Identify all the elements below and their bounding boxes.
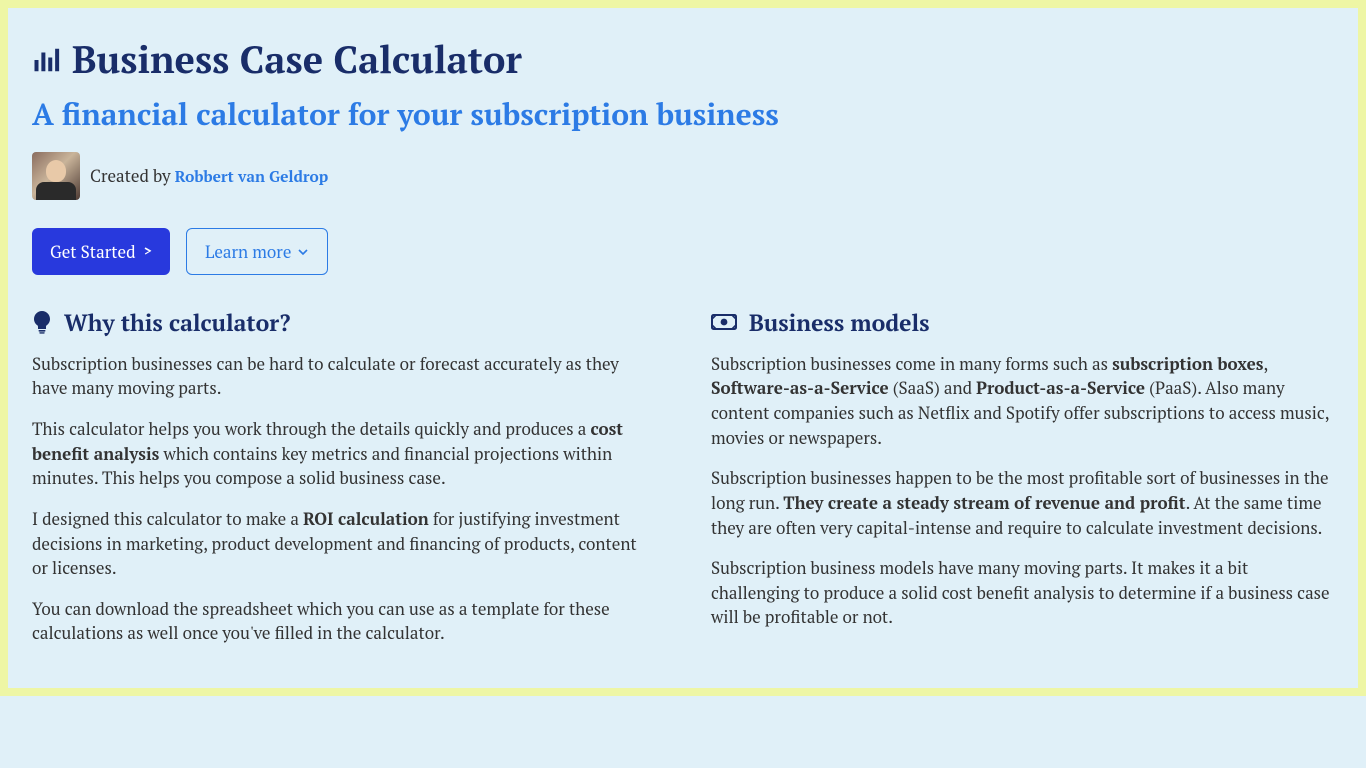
get-started-label: Get Started (50, 240, 136, 263)
lightbulb-icon (32, 310, 52, 334)
content-columns: Why this calculator? Subscription busine… (32, 307, 1334, 662)
byline-prefix: Created by (90, 164, 175, 187)
why-heading: Why this calculator? (32, 307, 655, 338)
why-p2: This calculator helps you work through t… (32, 417, 655, 491)
text-span: (SaaS) and (889, 376, 977, 399)
title-row: Business Case Calculator (32, 38, 1334, 82)
page-title: Business Case Calculator (72, 38, 522, 82)
why-section: Why this calculator? Subscription busine… (32, 307, 655, 662)
bold-span: subscription boxes (1112, 352, 1263, 375)
bold-span: They create a steady stream of revenue a… (783, 491, 1185, 514)
learn-more-button[interactable]: Learn more (186, 228, 328, 275)
byline: Created by Robbert van Geldrop (32, 152, 1334, 200)
bold-span: Software-as-a-Service (711, 376, 889, 399)
models-heading-text: Business models (749, 307, 930, 338)
why-p3: I designed this calculator to make a ROI… (32, 507, 655, 581)
money-bill-icon (711, 312, 737, 332)
main-card: Business Case Calculator A financial cal… (8, 8, 1358, 688)
bold-span: Product-as-a-Service (976, 376, 1145, 399)
models-section: Business models Subscription businesses … (711, 307, 1334, 662)
models-p3: Subscription business models have many m… (711, 556, 1334, 630)
chevron-right-icon: > (144, 241, 152, 261)
why-p4: You can download the spreadsheet which y… (32, 597, 655, 646)
page-subtitle: A financial calculator for your subscrip… (32, 96, 1334, 132)
why-heading-text: Why this calculator? (64, 307, 290, 338)
text-span: Subscription businesses come in many for… (711, 352, 1112, 375)
get-started-button[interactable]: Get Started > (32, 228, 170, 275)
chevron-down-icon (297, 240, 309, 263)
text-span: This calculator helps you work through t… (32, 417, 591, 440)
bar-chart-icon (32, 45, 62, 75)
models-p1: Subscription businesses come in many for… (711, 352, 1334, 451)
action-row: Get Started > Learn more (32, 228, 1334, 275)
bold-span: ROI calculation (303, 507, 429, 530)
avatar (32, 152, 80, 200)
models-heading: Business models (711, 307, 1334, 338)
author-link[interactable]: Robbert van Geldrop (175, 167, 328, 187)
learn-more-label: Learn more (205, 240, 291, 263)
why-p1: Subscription businesses can be hard to c… (32, 352, 655, 401)
byline-text: Created by Robbert van Geldrop (90, 164, 328, 187)
models-p2: Subscription businesses happen to be the… (711, 466, 1334, 540)
text-span: I designed this calculator to make a (32, 507, 303, 530)
text-span: , (1263, 352, 1267, 375)
page-frame: Business Case Calculator A financial cal… (0, 0, 1366, 696)
